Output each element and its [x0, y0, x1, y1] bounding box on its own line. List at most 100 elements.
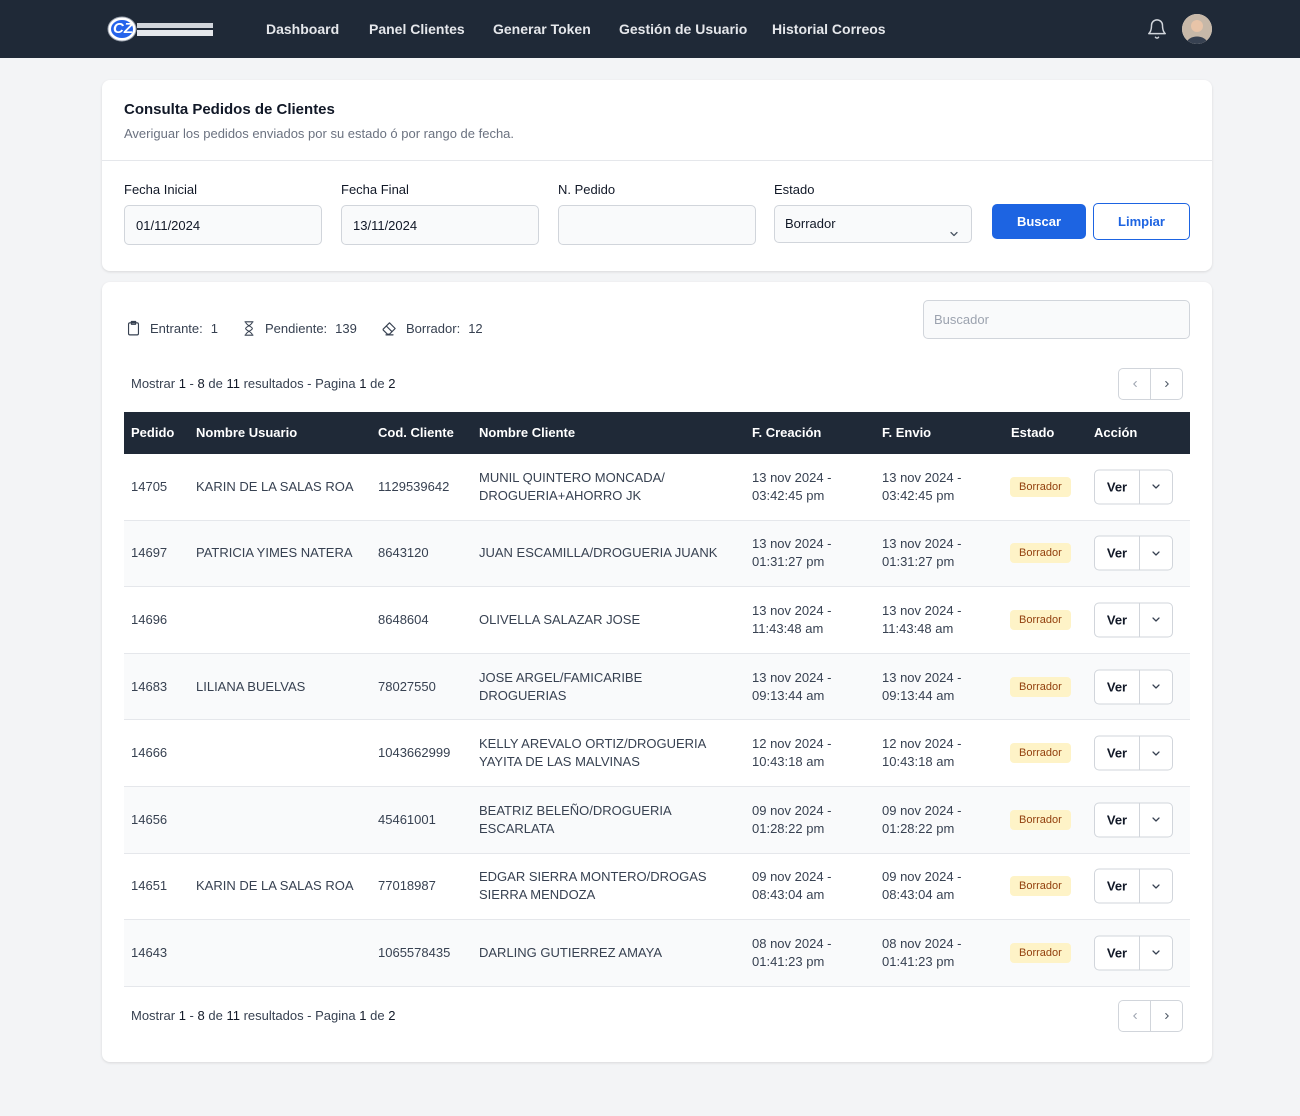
row-dropdown-button[interactable] — [1139, 803, 1172, 837]
cell-fecha-envio: 13 nov 2024 - 03:42:45 pm — [882, 469, 962, 503]
chevron-down-icon — [1152, 751, 1160, 756]
divider — [102, 160, 1212, 161]
th-usuario[interactable]: Nombre Usuario — [196, 425, 297, 440]
chevron-down-icon — [948, 218, 960, 237]
ver-button[interactable]: Ver — [1095, 670, 1139, 703]
user-avatar[interactable] — [1182, 14, 1212, 44]
row-dropdown-button[interactable] — [1139, 536, 1172, 570]
fecha-final-input[interactable] — [341, 205, 539, 245]
chevron-down-icon — [1152, 684, 1160, 689]
stat-borrador-value: 12 — [468, 321, 483, 336]
stat-pendiente-value: 139 — [335, 321, 357, 336]
stat-pendiente: Pendiente: 139 — [241, 320, 357, 337]
bell-icon[interactable] — [1146, 18, 1168, 40]
cell-fecha-envio: 09 nov 2024 - 08:43:04 am — [882, 869, 962, 903]
limpiar-button[interactable]: Limpiar — [1093, 203, 1190, 240]
ver-button[interactable]: Ver — [1095, 936, 1139, 969]
row-dropdown-button[interactable] — [1139, 470, 1172, 504]
chevron-left-icon — [1132, 1012, 1137, 1020]
th-pedido[interactable]: Pedido — [131, 425, 174, 440]
th-envio[interactable]: F. Envio — [882, 425, 931, 440]
estado-select[interactable]: Borrador — [774, 205, 972, 243]
cell-cod-cliente: 8643120 — [378, 545, 429, 561]
ver-button[interactable]: Ver — [1095, 737, 1139, 770]
th-creacion[interactable]: F. Creación — [752, 425, 821, 440]
th-cod[interactable]: Cod. Cliente — [378, 425, 454, 440]
fecha-inicial-label: Fecha Inicial — [124, 182, 197, 197]
stat-entrante-label: Entrante: — [150, 321, 203, 336]
row-action-group: Ver — [1094, 535, 1173, 571]
prev-page-button[interactable] — [1119, 1001, 1150, 1031]
pag-mostrar: Mostrar — [131, 376, 176, 391]
nav-generar-token[interactable]: Generar Token — [493, 20, 591, 38]
cell-fecha-envio: 12 nov 2024 - 10:43:18 am — [882, 736, 962, 770]
filter-card: Consulta Pedidos de Clientes Averiguar l… — [102, 80, 1212, 271]
chevron-down-icon — [1152, 617, 1160, 623]
nav-gestion-usuario[interactable]: Gestión de Usuario — [619, 20, 747, 38]
cell-fecha-creacion: 13 nov 2024 - 03:42:45 pm — [752, 469, 832, 503]
next-page-button[interactable] — [1150, 369, 1182, 399]
row-dropdown-button[interactable] — [1139, 869, 1172, 903]
search-input[interactable] — [923, 300, 1190, 339]
nav-dashboard[interactable]: Dashboard — [266, 20, 339, 38]
cell-nombre-cliente: JUAN ESCAMILLA/DROGUERIA JUANK — [479, 545, 718, 561]
cell-usuario: KARIN DE LA SALAS ROA — [196, 478, 354, 494]
cell-fecha-creacion: 09 nov 2024 - 08:43:04 am — [752, 869, 832, 903]
cell-cod-cliente: 1129539642 — [378, 478, 450, 494]
pag-page: 1 — [359, 1008, 367, 1023]
ver-button[interactable]: Ver — [1095, 537, 1139, 570]
row-dropdown-button[interactable] — [1139, 603, 1172, 637]
ver-button[interactable]: Ver — [1095, 803, 1139, 836]
cell-pedido: 14705 — [131, 478, 168, 494]
fecha-final-label: Fecha Final — [341, 182, 409, 197]
pagination-info-top: Mostrar 1 - 8 de 11 resultados - Pagina … — [131, 376, 395, 391]
stat-entrante-value: 1 — [210, 321, 218, 336]
cell-fecha-creacion: 13 nov 2024 - 11:43:48 am — [752, 602, 832, 636]
clipboard-icon — [127, 320, 140, 336]
cell-fecha-creacion: 08 nov 2024 - 01:41:23 pm — [752, 935, 832, 969]
ver-button[interactable]: Ver — [1095, 870, 1139, 903]
cell-fecha-creacion: 09 nov 2024 - 01:28:22 pm — [752, 802, 832, 836]
fecha-inicial-input[interactable] — [124, 205, 322, 245]
cell-fecha-envio: 08 nov 2024 - 01:41:23 pm — [882, 935, 962, 969]
chevron-down-icon — [1152, 817, 1160, 822]
cell-pedido: 14651 — [131, 878, 168, 894]
status-badge: Borrador — [1010, 676, 1071, 697]
page-title: Consulta Pedidos de Clientes — [124, 101, 335, 118]
orders-table: Pedido Nombre Usuario Cod. Cliente Nombr… — [124, 412, 1190, 987]
results-card: Entrante: 1 Pendiente: 139 Borrador: 12 … — [102, 282, 1212, 1062]
table-row: 14643 1065578435 DARLING GUTIERREZ AMAYA 08… — [124, 920, 1190, 987]
pag-de2: de — [370, 376, 385, 391]
th-accion: Acción — [1094, 425, 1138, 440]
cell-pedido: 14697 — [131, 545, 168, 561]
stat-borrador-label: Borrador: — [406, 321, 461, 336]
stat-entrante: Entrante: 1 — [125, 320, 218, 337]
th-estado[interactable]: Estado — [1011, 425, 1054, 440]
pedido-input[interactable] — [558, 205, 756, 245]
ver-button[interactable]: Ver — [1095, 603, 1139, 636]
pag-page: 1 — [359, 376, 367, 391]
cell-fecha-creacion: 12 nov 2024 - 10:43:18 am — [752, 736, 832, 770]
ver-button[interactable]: Ver — [1095, 470, 1139, 503]
cell-cod-cliente: 8648604 — [378, 611, 429, 627]
th-cliente[interactable]: Nombre Cliente — [479, 425, 575, 440]
cell-nombre-cliente: BEATRIZ BELEÑO/DROGUERIA ESCARLATA — [479, 802, 672, 836]
nav-historial-correos[interactable]: Historial Correos — [772, 20, 886, 38]
company-logo[interactable]: CZ — [107, 14, 215, 44]
chevron-left-icon — [1132, 380, 1137, 388]
pag-to: 8 — [197, 1008, 205, 1023]
cell-nombre-cliente: MUNIL QUINTERO MONCADA/ DROGUERIA+AHORRO… — [479, 469, 665, 503]
cell-fecha-envio: 13 nov 2024 - 09:13:44 am — [882, 669, 962, 703]
nav-panel-clientes[interactable]: Panel Clientes — [369, 20, 465, 38]
row-dropdown-button[interactable] — [1139, 936, 1172, 970]
next-page-button[interactable] — [1150, 1001, 1182, 1031]
row-dropdown-button[interactable] — [1139, 736, 1172, 770]
pag-sep: - — [189, 1008, 194, 1023]
table-row: 14705 KARIN DE LA SALAS ROA 1129539642 MUNI… — [124, 454, 1190, 521]
row-dropdown-button[interactable] — [1139, 670, 1172, 704]
buscar-button[interactable]: Buscar — [992, 204, 1086, 239]
prev-page-button[interactable] — [1119, 369, 1150, 399]
row-action-group: Ver — [1094, 802, 1173, 838]
cell-fecha-envio: 13 nov 2024 - 11:43:48 am — [882, 602, 962, 636]
table-row: 14656 45461001 BEATRIZ BELEÑO/DROGUERIA ES… — [124, 786, 1190, 854]
